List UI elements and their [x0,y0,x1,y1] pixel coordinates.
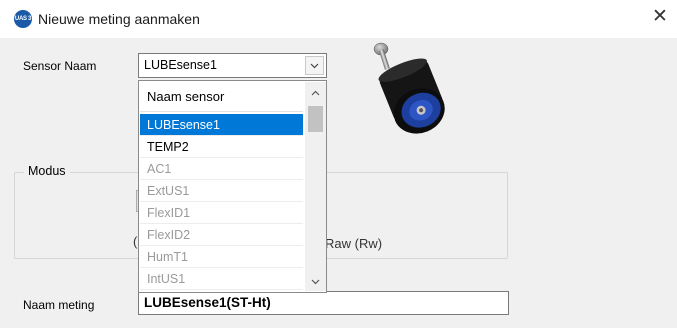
dropdown-item[interactable]: FlexID1 [140,202,303,224]
chevron-down-icon[interactable] [305,56,324,75]
dropdown-scrollbar[interactable] [305,82,326,291]
close-icon[interactable]: ✕ [652,6,668,28]
chevron-down-icon[interactable] [305,273,326,291]
modus-label: Modus [24,164,70,178]
sensor-naam-value: LUBEsense1 [144,58,217,72]
dropdown-item[interactable]: AC1 [140,158,303,180]
dropdown-item[interactable]: ExtUS1 [140,180,303,202]
sensor-naam-combobox[interactable]: LUBEsense1 [138,53,327,78]
naam-meting-value: LUBEsense1(ST-Ht) [144,295,271,310]
chevron-up-icon[interactable] [305,84,326,102]
radio-raw-label[interactable]: Raw (Rw) [325,236,382,251]
radio-option-hidden[interactable]: ( [133,234,137,249]
sensor-naam-label: Sensor Naam [23,59,97,73]
dropdown-item[interactable]: FlexID2 [140,224,303,246]
naam-meting-label: Naam meting [23,298,95,312]
dropdown-item[interactable]: IntUS1 [140,268,303,290]
dropdown-item[interactable]: TEMP2 [140,136,303,158]
title-bar: UAS 3 Nieuwe meting aanmaken ✕ [0,0,677,34]
window-title: Nieuwe meting aanmaken [38,11,200,27]
sensor-device-icon [373,42,445,134]
sensor-dropdown-list[interactable]: Naam sensor LUBEsense1 TEMP2 AC1 ExtUS1 … [138,80,327,293]
dropdown-column-header: Naam sensor [140,82,303,112]
app-logo-icon: UAS 3 [14,10,32,28]
naam-meting-input[interactable]: LUBEsense1(ST-Ht) [138,291,509,315]
dropdown-item[interactable]: HumT1 [140,246,303,268]
scrollbar-thumb[interactable] [308,106,323,132]
dropdown-item[interactable]: LUBEsense1 [140,114,303,136]
